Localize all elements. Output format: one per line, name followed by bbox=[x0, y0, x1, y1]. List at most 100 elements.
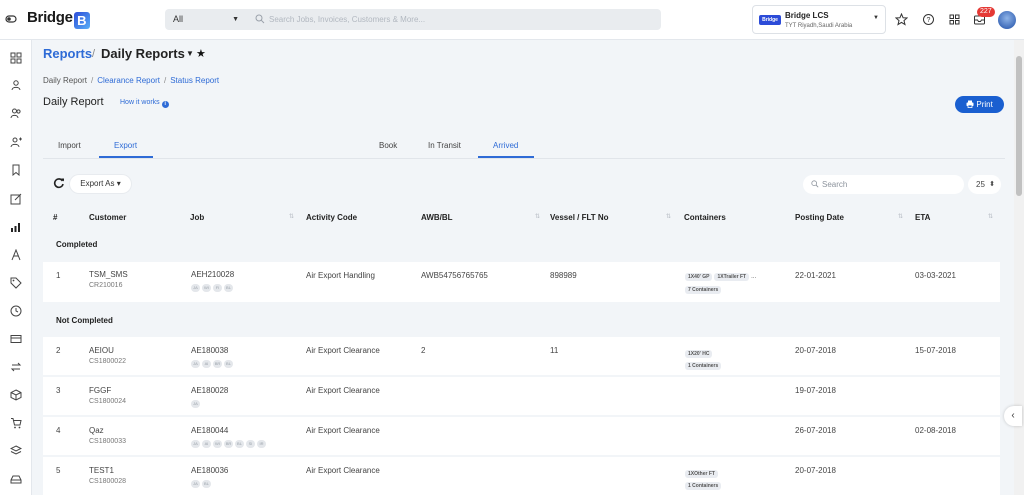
col-header-customer[interactable]: Customer bbox=[89, 213, 126, 222]
vessel-flt: 11 bbox=[550, 346, 559, 355]
customer-name[interactable]: TEST1 bbox=[89, 466, 114, 475]
col-header-job[interactable]: Job bbox=[190, 213, 204, 222]
customer-name[interactable]: TSM_SMS bbox=[89, 270, 128, 279]
awb-bl: 2 bbox=[421, 346, 426, 355]
container-tags: 1X20' HC bbox=[685, 348, 714, 358]
table-row[interactable]: 2 AEIOU CS1800022 AE180038 JA AI BR BL Air … bbox=[43, 337, 1000, 375]
box-icon[interactable] bbox=[10, 389, 22, 401]
how-it-works-link[interactable]: How it works i bbox=[120, 99, 169, 108]
col-header-activity[interactable]: Activity Code bbox=[306, 213, 357, 222]
sort-icon[interactable]: ⇅ bbox=[535, 213, 540, 220]
table-search bbox=[803, 175, 964, 194]
company-logo: Bridge bbox=[759, 15, 781, 25]
collapse-panel-chevron-left-icon[interactable]: ‹ bbox=[1004, 406, 1022, 426]
customer-code: CS1800024 bbox=[89, 398, 126, 405]
eta-date: 03-03-2021 bbox=[915, 271, 956, 280]
top-bar: BridgeB All▼ Bridge Bridge LCS TYT Riyad… bbox=[0, 0, 1024, 40]
sort-icon[interactable]: ⇅ bbox=[666, 213, 671, 220]
cart-icon[interactable] bbox=[10, 417, 22, 429]
users-icon[interactable] bbox=[10, 107, 22, 119]
global-search-input[interactable] bbox=[269, 9, 649, 30]
col-header-posting-date[interactable]: Posting Date bbox=[795, 213, 844, 222]
table-search-input[interactable] bbox=[822, 175, 957, 194]
scrollbar-thumb[interactable] bbox=[1016, 56, 1022, 196]
user-icon[interactable] bbox=[10, 79, 22, 91]
sort-icon[interactable]: ⇅ bbox=[289, 213, 294, 220]
col-header-awb[interactable]: AWB/BL bbox=[421, 213, 453, 222]
menu-toggle-icon[interactable] bbox=[5, 13, 17, 25]
apps-grid-icon[interactable] bbox=[948, 13, 961, 26]
tab-import[interactable]: Import bbox=[58, 141, 81, 150]
row-num: 3 bbox=[56, 386, 61, 395]
status-pill: AI bbox=[202, 360, 211, 368]
page-scrollbar[interactable] bbox=[1014, 40, 1024, 495]
customer-code: CS1800022 bbox=[89, 358, 126, 365]
tab-arrived[interactable]: Arrived bbox=[493, 141, 518, 150]
sort-icon[interactable]: ⇅ bbox=[988, 213, 993, 220]
company-selector[interactable]: Bridge Bridge LCS TYT Riyadh,Saudi Arabi… bbox=[752, 5, 886, 34]
page-size-select[interactable]: 25 ⬍ bbox=[968, 175, 1001, 194]
tab-book[interactable]: Book bbox=[379, 141, 397, 150]
job-number[interactable]: AEH210028 bbox=[191, 270, 234, 279]
customer-name[interactable]: FGGF bbox=[89, 386, 111, 395]
activity-code: Air Export Clearance bbox=[306, 426, 380, 435]
tab-export[interactable]: Export bbox=[114, 141, 137, 150]
database-icon[interactable] bbox=[10, 473, 22, 485]
sort-icon[interactable]: ⇅ bbox=[898, 213, 903, 220]
col-header-vessel[interactable]: Vessel / FLT No bbox=[550, 213, 609, 222]
tab-in-transit[interactable]: In Transit bbox=[428, 141, 461, 150]
customer-name[interactable]: Qaz bbox=[89, 426, 104, 435]
print-button[interactable]: Print bbox=[955, 96, 1004, 113]
customer-name[interactable]: AEIOU bbox=[89, 346, 114, 355]
subnav-status-report[interactable]: Status Report bbox=[170, 76, 219, 85]
container-count: 1 Containers bbox=[685, 482, 722, 490]
search-scope-select[interactable]: All ▼ bbox=[165, 9, 247, 30]
table-row[interactable]: 3 FGGF CS1800024 AE180028 JA Air Export … bbox=[43, 377, 1000, 415]
more-containers[interactable]: ... bbox=[751, 274, 756, 280]
job-status-pills: JA AI WI BR BL SI IR bbox=[191, 438, 268, 448]
section-completed: Completed bbox=[56, 240, 98, 249]
subnav-daily-report[interactable]: Daily Report bbox=[43, 76, 87, 85]
reports-chart-icon[interactable] bbox=[10, 221, 22, 233]
caret-down-icon[interactable]: ▼ bbox=[186, 49, 194, 58]
awb-bl: AWB54756765765 bbox=[421, 271, 488, 280]
status-pill: WI bbox=[202, 284, 211, 292]
bookmark-icon[interactable] bbox=[10, 164, 22, 176]
layers-icon[interactable] bbox=[10, 445, 22, 457]
job-number[interactable]: AE180028 bbox=[191, 386, 228, 395]
favorite-star-icon[interactable]: ★ bbox=[196, 47, 206, 60]
col-header-eta[interactable]: ETA bbox=[915, 213, 930, 222]
clock-icon[interactable] bbox=[10, 305, 22, 317]
refresh-icon[interactable] bbox=[52, 176, 66, 190]
job-number[interactable]: AE180036 bbox=[191, 466, 228, 475]
star-icon[interactable] bbox=[895, 13, 908, 26]
font-icon[interactable] bbox=[10, 249, 22, 261]
tag-icon[interactable] bbox=[10, 277, 22, 289]
posting-date: 20-07-2018 bbox=[795, 346, 836, 355]
export-as-button[interactable]: Export As ▾ bbox=[70, 175, 131, 193]
container-count-wrap: 1 Containers bbox=[685, 360, 723, 370]
user-avatar[interactable] bbox=[998, 11, 1016, 29]
transfer-icon[interactable] bbox=[10, 361, 22, 373]
add-user-icon[interactable] bbox=[10, 136, 22, 148]
container-count: 7 Containers bbox=[685, 286, 722, 294]
card-icon[interactable] bbox=[10, 333, 22, 345]
table-row[interactable]: 5 TEST1 CS1800028 AE180036 JA BL Air Expo… bbox=[43, 457, 1000, 495]
svg-text:?: ? bbox=[927, 17, 931, 24]
edit-icon[interactable] bbox=[10, 193, 22, 205]
caret-down-icon: ▼ bbox=[232, 16, 239, 23]
job-number[interactable]: AE180038 bbox=[191, 346, 228, 355]
table-row[interactable]: 1 TSM_SMS CR210016 AEH210028 JA WI FI BL Ai… bbox=[43, 262, 1000, 302]
subnav-clearance-report[interactable]: Clearance Report bbox=[97, 76, 160, 85]
customer-code: CR210016 bbox=[89, 282, 123, 289]
status-pill: JA bbox=[191, 284, 200, 292]
breadcrumb-reports[interactable]: Reports bbox=[43, 46, 92, 61]
main-content: Reports / Daily Reports ▼ ★ Daily Report… bbox=[32, 40, 1014, 495]
job-number[interactable]: AE180044 bbox=[191, 426, 228, 435]
dashboard-icon[interactable] bbox=[10, 52, 22, 64]
help-icon[interactable]: ? bbox=[922, 13, 935, 26]
table-row[interactable]: 4 Qaz CS1800033 AE180044 JA AI WI BR BL SI IR … bbox=[43, 417, 1000, 455]
bridge-logo[interactable]: Bridge B bbox=[27, 9, 90, 29]
col-header-containers[interactable]: Containers bbox=[684, 213, 726, 222]
posting-date: 26-07-2018 bbox=[795, 426, 836, 435]
